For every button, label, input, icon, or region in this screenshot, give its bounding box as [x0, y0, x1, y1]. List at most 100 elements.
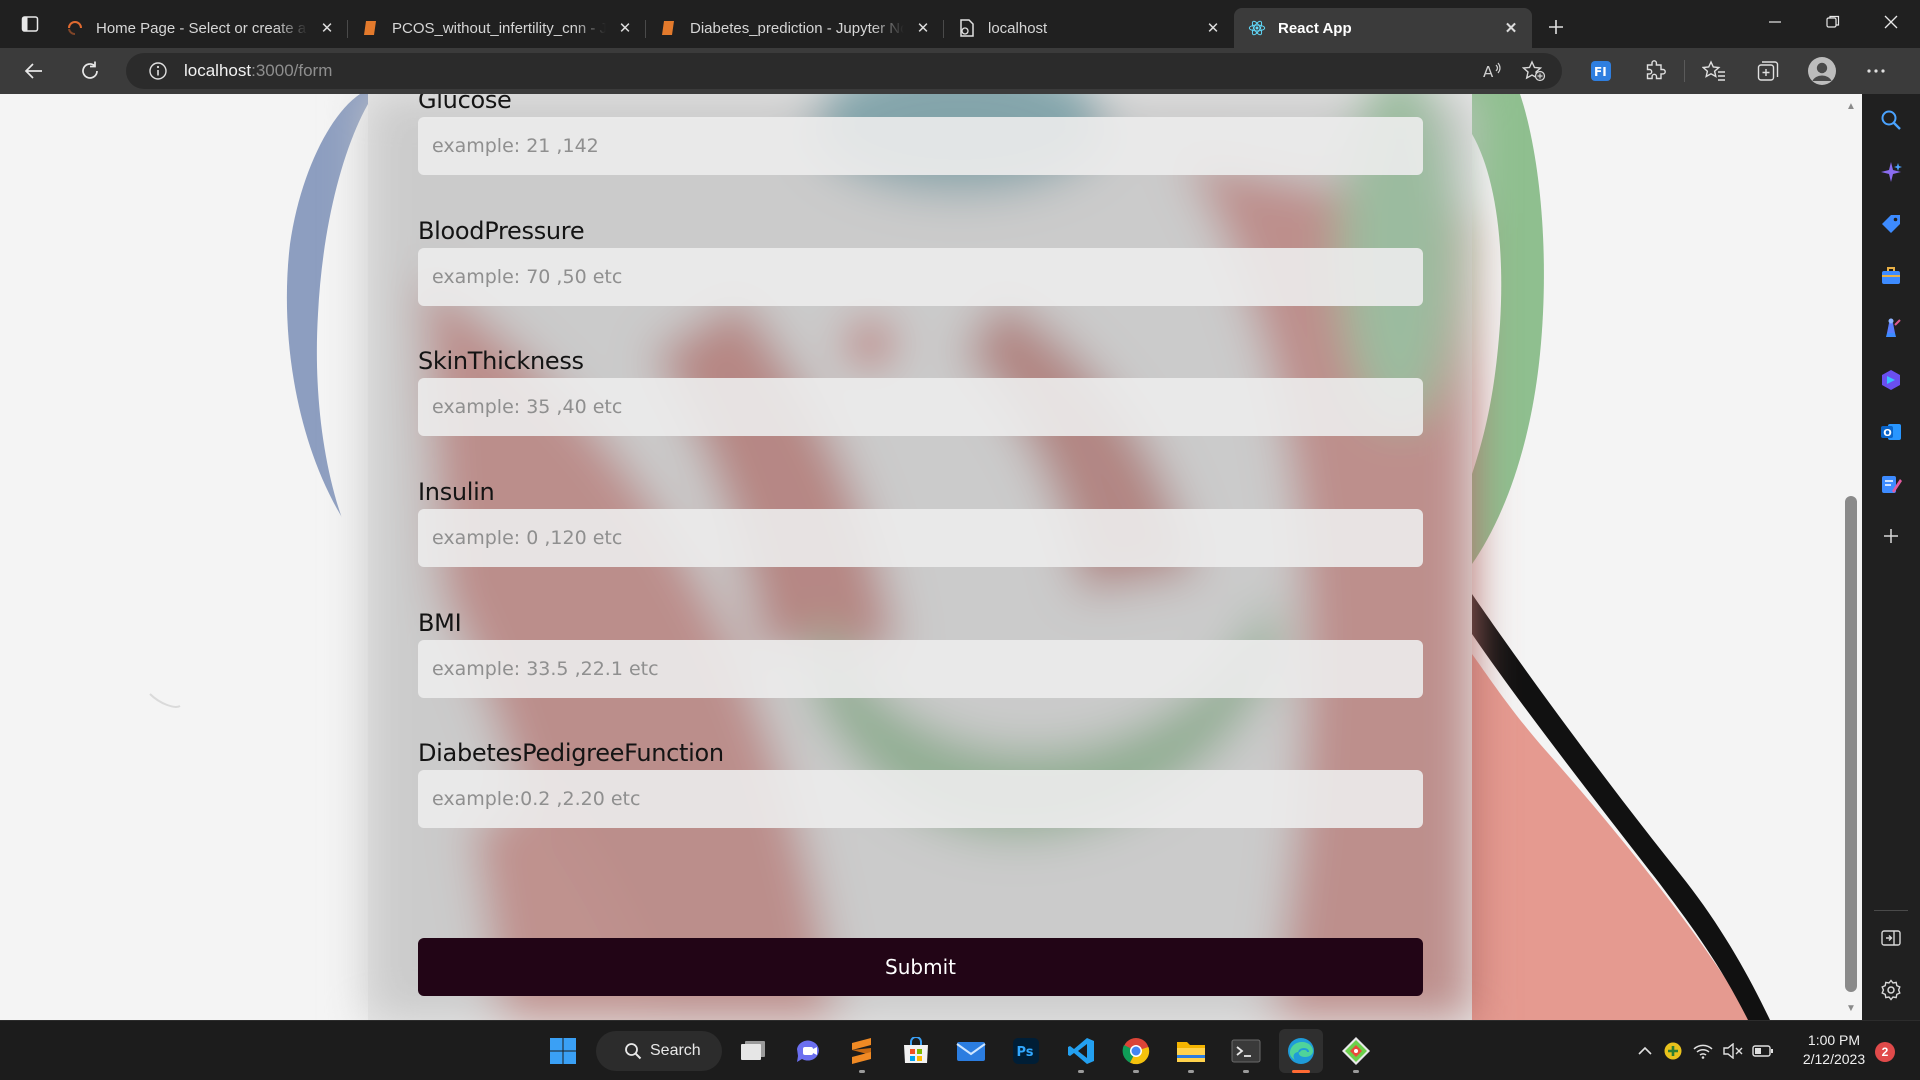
- windows-taskbar: Search Ps 1:00 PM 2/12/2023 2: [0, 1020, 1920, 1080]
- address-bar[interactable]: localhost:3000/form A: [126, 53, 1562, 89]
- toolbar-divider: [1684, 60, 1685, 82]
- notification-badge[interactable]: 2: [1875, 1042, 1895, 1062]
- settings-more-icon[interactable]: [1849, 52, 1903, 90]
- notebook-icon: [362, 19, 380, 37]
- photoshop-button[interactable]: Ps: [1004, 1029, 1048, 1073]
- scroll-up-arrow-icon[interactable]: ▲: [1845, 100, 1857, 112]
- svg-text:O: O: [1883, 428, 1892, 439]
- file-explorer-icon: [1177, 1042, 1205, 1062]
- browser-window: Home Page - Select or create a n ✕ PCOS_…: [0, 0, 1920, 1080]
- restore-button[interactable]: [1804, 0, 1862, 44]
- tab-diabetes-notebook[interactable]: Diabetes_prediction - Jupyter No ✕: [646, 8, 944, 48]
- sidebar-outlook-icon[interactable]: O: [1871, 412, 1911, 452]
- tab-title: React App: [1278, 19, 1352, 37]
- edge-button[interactable]: [1279, 1029, 1323, 1073]
- wifi-icon[interactable]: [1688, 1043, 1718, 1059]
- close-icon: [1884, 15, 1898, 29]
- mail-button[interactable]: [949, 1029, 993, 1073]
- insulin-label: Insulin: [418, 478, 495, 506]
- refresh-button[interactable]: [66, 52, 114, 90]
- chrome-button[interactable]: [1114, 1029, 1158, 1073]
- close-window-button[interactable]: [1862, 0, 1920, 44]
- blood-pressure-input[interactable]: [418, 248, 1423, 306]
- url-text[interactable]: localhost:3000/form: [184, 61, 332, 81]
- sidebar-add-icon[interactable]: [1871, 516, 1911, 556]
- scrollbar-thumb[interactable]: [1845, 496, 1857, 992]
- glucose-input[interactable]: [418, 117, 1423, 175]
- close-tab-icon[interactable]: ✕: [316, 17, 338, 39]
- sidebar-settings-gear-icon[interactable]: [1871, 970, 1911, 1010]
- extension-fi-icon[interactable]: FI: [1574, 52, 1628, 90]
- close-tab-icon[interactable]: ✕: [912, 17, 934, 39]
- collections-icon[interactable]: [1741, 52, 1795, 90]
- tab-home-page[interactable]: Home Page - Select or create a n ✕: [52, 8, 348, 48]
- tab-localhost[interactable]: localhost ✕: [944, 8, 1234, 48]
- skin-thickness-input[interactable]: [418, 378, 1423, 436]
- restore-icon: [1826, 15, 1840, 28]
- minimize-icon: [1769, 21, 1781, 23]
- teams-chat-button[interactable]: [786, 1029, 830, 1073]
- clock-time: 1:00 PM: [1807, 1032, 1861, 1048]
- file-explorer-button[interactable]: [1169, 1029, 1213, 1073]
- page-scrollbar[interactable]: ▲ ▼: [1840, 94, 1862, 1020]
- favorites-icon[interactable]: [1687, 52, 1741, 90]
- add-favorite-icon[interactable]: [1516, 53, 1552, 89]
- skin-thickness-label: SkinThickness: [418, 347, 584, 375]
- bmi-label: BMI: [418, 609, 462, 637]
- vscode-button[interactable]: [1059, 1029, 1103, 1073]
- taskbar-search[interactable]: Search: [596, 1031, 722, 1071]
- sidebar-search-icon[interactable]: [1871, 100, 1911, 140]
- extensions-puzzle-icon[interactable]: [1628, 52, 1682, 90]
- terminal-button[interactable]: [1224, 1029, 1268, 1073]
- back-button[interactable]: [10, 52, 58, 90]
- microsoft-store-button[interactable]: [894, 1029, 938, 1073]
- sidebar-drop-notes-icon[interactable]: [1871, 464, 1911, 504]
- new-tab-button[interactable]: [1536, 9, 1576, 45]
- photoshop-icon-text: Ps: [1017, 1045, 1034, 1060]
- site-info-icon[interactable]: [138, 61, 178, 81]
- close-tab-icon[interactable]: ✕: [1500, 17, 1522, 39]
- svg-text:FI: FI: [1594, 65, 1607, 79]
- terminal-icon: [1231, 1039, 1261, 1063]
- page-icon: [958, 19, 976, 37]
- sidebar-hide-icon[interactable]: [1871, 918, 1911, 958]
- clock-date: 2/12/2023: [1802, 1051, 1866, 1067]
- scroll-down-arrow-icon[interactable]: ▼: [1845, 1002, 1857, 1014]
- plus-icon: [1549, 20, 1563, 34]
- close-tab-icon[interactable]: ✕: [1202, 17, 1224, 39]
- submit-button[interactable]: Submit: [418, 938, 1423, 996]
- system-tray: [1632, 1021, 1778, 1080]
- minimize-button[interactable]: [1746, 0, 1804, 44]
- sublime-text-icon: [852, 1038, 871, 1064]
- edge-sidebar: O: [1862, 94, 1920, 1020]
- bmi-input[interactable]: [418, 640, 1423, 698]
- volume-muted-icon[interactable]: [1718, 1043, 1748, 1059]
- tab-actions-button[interactable]: [8, 6, 52, 42]
- glucose-label: Glucose: [418, 94, 512, 114]
- read-aloud-icon[interactable]: A: [1474, 53, 1510, 89]
- battery-icon[interactable]: [1748, 1044, 1778, 1058]
- close-tab-icon[interactable]: ✕: [614, 17, 636, 39]
- tab-pcos-notebook[interactable]: PCOS_without_infertility_cnn - Ju ✕: [348, 8, 646, 48]
- sublime-text-button[interactable]: [840, 1029, 884, 1073]
- task-view-button[interactable]: [731, 1029, 775, 1073]
- start-icon: [550, 1038, 576, 1064]
- sidebar-copilot-icon[interactable]: [1871, 152, 1911, 192]
- tray-app-icon[interactable]: [1658, 1041, 1688, 1061]
- svg-text:A: A: [1483, 63, 1494, 81]
- tab-react-app[interactable]: React App ✕: [1234, 8, 1532, 48]
- address-bar-actions: A: [1474, 53, 1562, 89]
- notebook-icon: [660, 19, 678, 37]
- sidebar-microsoft-365-icon[interactable]: [1871, 360, 1911, 400]
- insulin-input[interactable]: [418, 509, 1423, 567]
- sidebar-tools-briefcase-icon[interactable]: [1871, 256, 1911, 296]
- git-button[interactable]: [1334, 1029, 1378, 1073]
- profile-avatar-icon[interactable]: [1795, 52, 1849, 90]
- start-button[interactable]: [541, 1029, 585, 1073]
- tab-title: Diabetes_prediction - Jupyter No: [690, 19, 904, 37]
- taskbar-clock[interactable]: 1:00 PM 2/12/2023: [1796, 1031, 1872, 1069]
- diabetes-pedigree-input[interactable]: [418, 770, 1423, 828]
- sidebar-games-icon[interactable]: [1871, 308, 1911, 348]
- show-hidden-icons-chevron-icon[interactable]: [1632, 1046, 1658, 1056]
- sidebar-shopping-tag-icon[interactable]: [1871, 204, 1911, 244]
